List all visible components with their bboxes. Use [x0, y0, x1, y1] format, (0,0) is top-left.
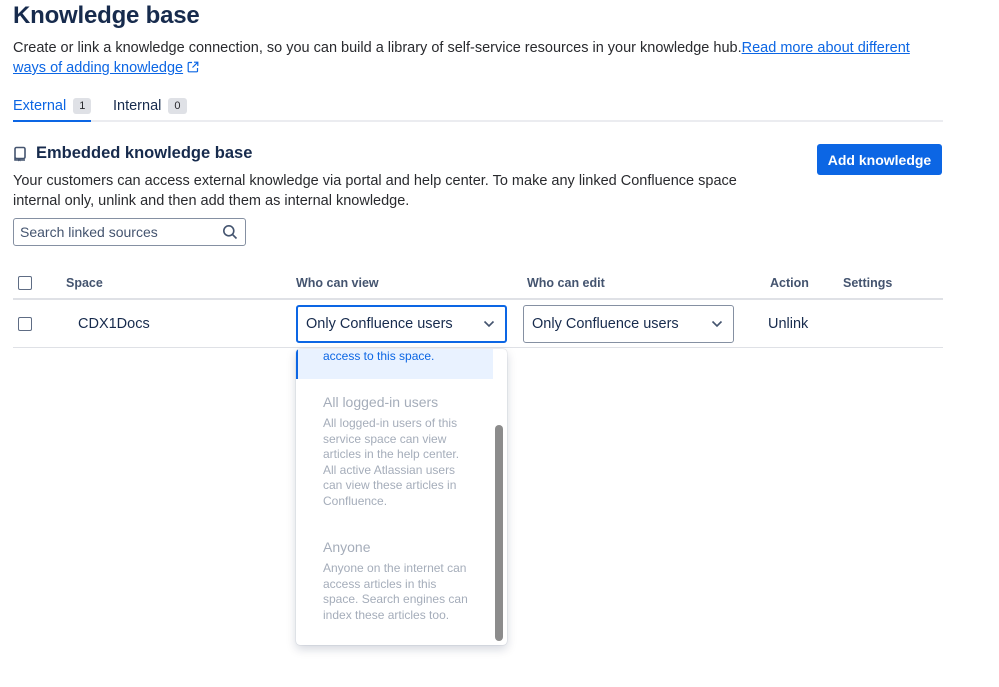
- option-anyone-title[interactable]: Anyone: [323, 539, 370, 555]
- external-link-icon: [187, 61, 199, 73]
- add-knowledge-button[interactable]: Add knowledge: [817, 144, 942, 175]
- page-description: Create or link a knowledge connection, s…: [13, 38, 943, 78]
- who-can-view-value: Only Confluence users: [306, 316, 453, 332]
- page-description-text: Create or link a knowledge connection, s…: [13, 40, 742, 56]
- menu-option-selected[interactable]: access to this space.: [296, 349, 493, 379]
- space-name[interactable]: CDX1Docs: [78, 316, 150, 332]
- tab-internal-count: 0: [168, 98, 187, 114]
- who-can-view-menu: access to this space. All logged-in user…: [296, 349, 507, 645]
- option-all-logged-in-users-title[interactable]: All logged-in users: [323, 394, 438, 410]
- tab-internal-label: Internal: [113, 98, 162, 114]
- chevron-down-icon: [483, 320, 495, 328]
- section-description: Your customers can access external knowl…: [13, 173, 737, 209]
- column-header-space[interactable]: Space: [66, 276, 103, 290]
- section-title: Embedded knowledge base: [36, 144, 253, 162]
- column-header-settings: Settings: [843, 276, 893, 290]
- column-header-who-can-view[interactable]: Who can view: [296, 276, 379, 290]
- tab-external-count: 1: [73, 98, 92, 114]
- book-icon: [14, 146, 26, 161]
- tab-external-label: External: [13, 98, 67, 114]
- who-can-edit-value: Only Confluence users: [532, 316, 679, 332]
- section-heading: Embedded knowledge base: [13, 144, 252, 163]
- menu-scrollbar[interactable]: [493, 349, 507, 645]
- tab-internal[interactable]: Internal 0: [113, 94, 187, 118]
- tab-bar: External 1 Internal 0: [13, 94, 943, 122]
- column-header-action: Action: [770, 276, 809, 290]
- row-divider: [13, 347, 943, 348]
- unlink-action[interactable]: Unlink: [768, 316, 808, 332]
- scrollbar-thumb[interactable]: [495, 425, 503, 641]
- tab-external[interactable]: External 1: [13, 94, 92, 122]
- column-header-who-can-edit[interactable]: Who can edit: [527, 276, 605, 290]
- option-all-logged-in-users-description: All logged-in users of this service spac…: [323, 416, 460, 508]
- header-divider: [13, 298, 943, 300]
- select-all-checkbox[interactable]: [18, 276, 32, 290]
- search-input[interactable]: [14, 220, 221, 244]
- option-description: access to this space.: [323, 349, 435, 363]
- row-checkbox[interactable]: [18, 317, 32, 331]
- search-box: [13, 218, 246, 246]
- who-can-edit-select[interactable]: Only Confluence users: [523, 305, 734, 343]
- page-title: Knowledge base: [13, 2, 200, 29]
- chevron-down-icon: [711, 320, 723, 328]
- search-icon[interactable]: [221, 223, 239, 241]
- who-can-view-select[interactable]: Only Confluence users: [296, 305, 507, 343]
- option-anyone-description: Anyone on the internet can access articl…: [323, 561, 468, 622]
